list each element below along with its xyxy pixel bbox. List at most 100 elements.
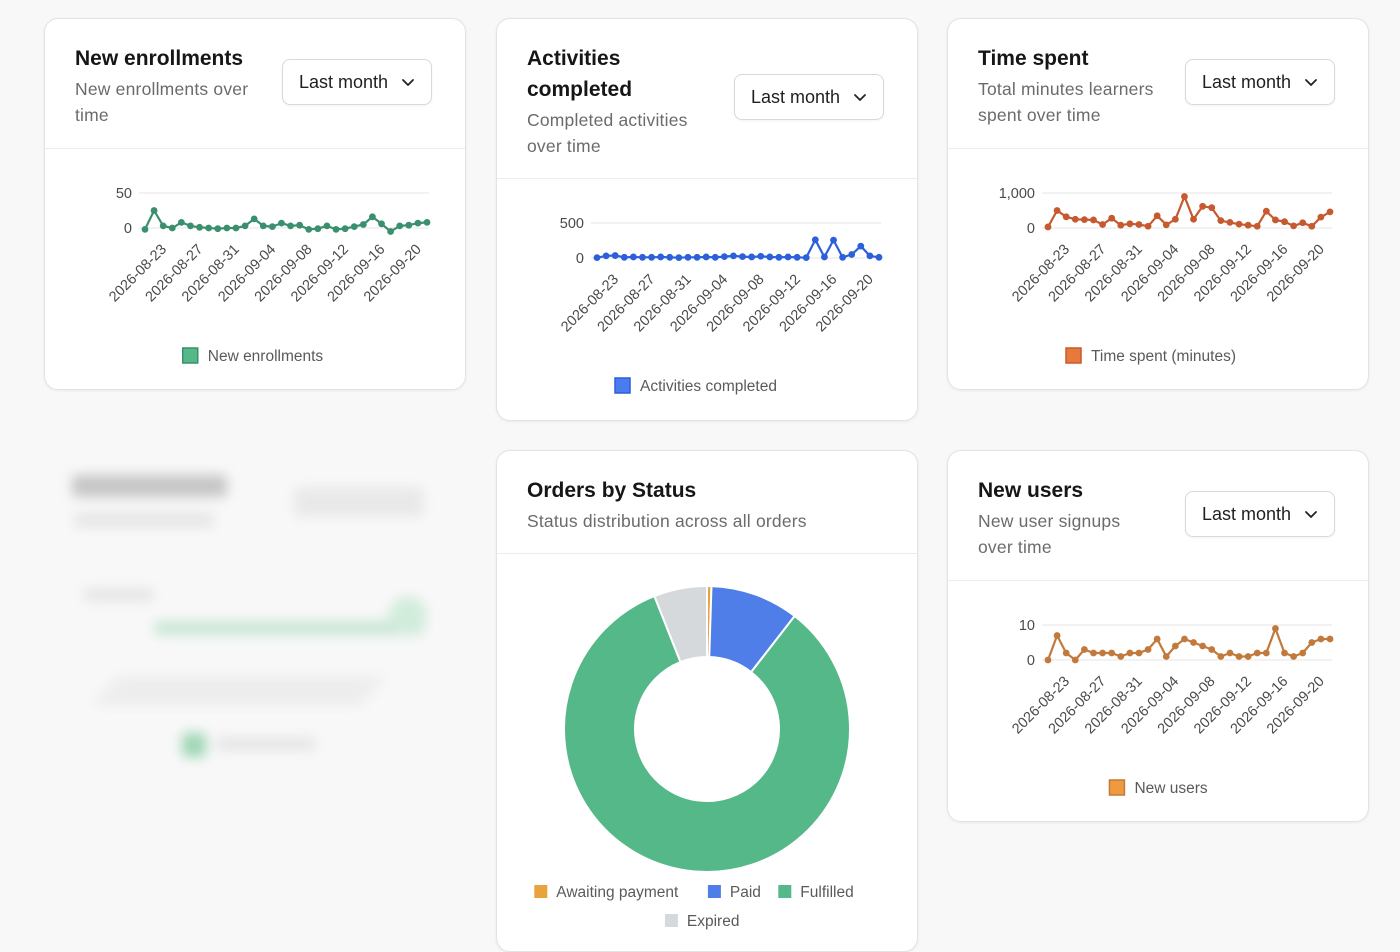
- data-point: [1326, 208, 1334, 216]
- data-point: [1217, 217, 1225, 225]
- data-point: [1071, 215, 1079, 223]
- card-subtitle-line-1: New user signups: [978, 511, 1121, 531]
- data-point: [223, 224, 231, 232]
- data-point: [214, 225, 222, 233]
- range-dropdown[interactable]: Last month: [1185, 491, 1335, 537]
- chevron-down-icon: [402, 79, 414, 86]
- chevron-down-icon: [1305, 79, 1317, 86]
- card-subtitle-line-2: time: [75, 105, 109, 125]
- data-point: [1144, 222, 1152, 230]
- data-point: [396, 222, 404, 230]
- data-point: [702, 253, 710, 261]
- range-dropdown[interactable]: Last month: [282, 59, 432, 105]
- data-point: [314, 225, 322, 233]
- legend-swatch: [707, 885, 721, 898]
- data-point: [1262, 207, 1270, 215]
- data-point: [1262, 649, 1270, 657]
- data-point: [802, 254, 810, 262]
- data-point: [1281, 218, 1288, 226]
- data-point: [739, 253, 746, 260]
- data-point: [1090, 216, 1097, 224]
- data-point: [1226, 219, 1234, 226]
- activities-completed-line-chart: 05002026-08-232026-08-272026-08-312026-0…: [558, 216, 883, 395]
- data-point: [1317, 213, 1325, 221]
- range-dropdown[interactable]: Last month: [1185, 59, 1335, 105]
- data-point: [1244, 653, 1252, 660]
- data-point: [1208, 646, 1216, 653]
- card-subtitle: Status distribution across all orders: [527, 511, 807, 531]
- card-subtitle-line-2: over time: [978, 537, 1052, 557]
- data-point: [639, 253, 646, 261]
- data-point: [730, 252, 737, 260]
- data-point: [232, 224, 240, 232]
- card-header: Orders by Status Status distribution acr…: [497, 451, 917, 554]
- data-point: [1190, 639, 1197, 646]
- range-dropdown-label: Last month: [1202, 503, 1292, 524]
- data-point: [1108, 214, 1116, 222]
- data-point: [1181, 193, 1188, 200]
- data-point: [250, 215, 258, 223]
- time-spent-card: Time spent Total minutes learners spent …: [947, 18, 1369, 390]
- card-subtitle-line-1: Total minutes learners: [978, 79, 1154, 99]
- card-title-line-1: Activities: [527, 47, 621, 70]
- series-line: [596, 238, 880, 259]
- data-point: [296, 221, 304, 229]
- data-point: [602, 252, 610, 260]
- series-line: [1046, 627, 1330, 662]
- data-point: [278, 219, 285, 227]
- data-point: [1244, 221, 1252, 229]
- card-subtitle-line-1: New enrollments over: [75, 79, 249, 99]
- range-dropdown-label: Last month: [1202, 71, 1292, 92]
- data-point: [1226, 649, 1234, 657]
- data-point: [848, 251, 856, 258]
- new-enrollments-line-chart: 0502026-08-232026-08-272026-08-312026-09…: [106, 186, 431, 365]
- range-dropdown-label: Last month: [299, 71, 389, 92]
- legend-label: New users: [1134, 780, 1207, 797]
- data-point: [684, 253, 692, 261]
- data-point: [611, 252, 619, 259]
- data-point: [414, 219, 422, 227]
- blurred-card: [44, 451, 464, 789]
- data-point: [1199, 642, 1207, 650]
- new-users-line-chart: 0102026-08-232026-08-272026-08-312026-09…: [1009, 618, 1334, 797]
- data-point: [159, 222, 167, 230]
- data-point: [1080, 216, 1088, 223]
- data-point: [205, 224, 213, 232]
- data-point: [1290, 653, 1298, 660]
- legend-swatch: [778, 885, 792, 898]
- data-point: [1281, 649, 1288, 657]
- data-point: [332, 226, 340, 233]
- data-point: [1326, 635, 1334, 643]
- data-point: [648, 253, 655, 261]
- legend-label: Activities completed: [640, 378, 777, 395]
- legend-label: Awaiting payment: [556, 884, 679, 901]
- card-subtitle-line-2: over time: [527, 136, 601, 156]
- legend-swatch: [1108, 779, 1126, 796]
- data-point: [1062, 649, 1070, 657]
- data-point: [1090, 649, 1097, 657]
- data-point: [305, 226, 313, 233]
- data-point: [150, 207, 158, 214]
- range-dropdown[interactable]: Last month: [734, 74, 884, 120]
- data-point: [866, 252, 874, 260]
- data-point: [839, 253, 847, 261]
- data-point: [1235, 653, 1243, 660]
- y-tick-label: 10: [1019, 618, 1035, 634]
- data-point: [1235, 220, 1243, 228]
- y-tick-label: 0: [1027, 653, 1035, 669]
- data-point: [675, 254, 683, 262]
- data-point: [1171, 642, 1179, 650]
- data-point: [830, 236, 837, 244]
- data-point: [1062, 213, 1070, 221]
- data-point: [1153, 212, 1161, 220]
- data-point: [369, 213, 376, 221]
- legend-label: Expired: [687, 913, 740, 930]
- data-point: [1272, 216, 1279, 224]
- data-point: [1135, 649, 1143, 657]
- data-point: [629, 253, 637, 261]
- data-point: [1308, 639, 1316, 646]
- activities-completed-card: Activities completed Completed activitie…: [496, 18, 918, 421]
- legend-swatch: [664, 914, 678, 927]
- data-point: [1308, 222, 1316, 230]
- orders-by-status-donut-chart: Awaiting payment Paid Fulfilled Expired: [534, 584, 854, 930]
